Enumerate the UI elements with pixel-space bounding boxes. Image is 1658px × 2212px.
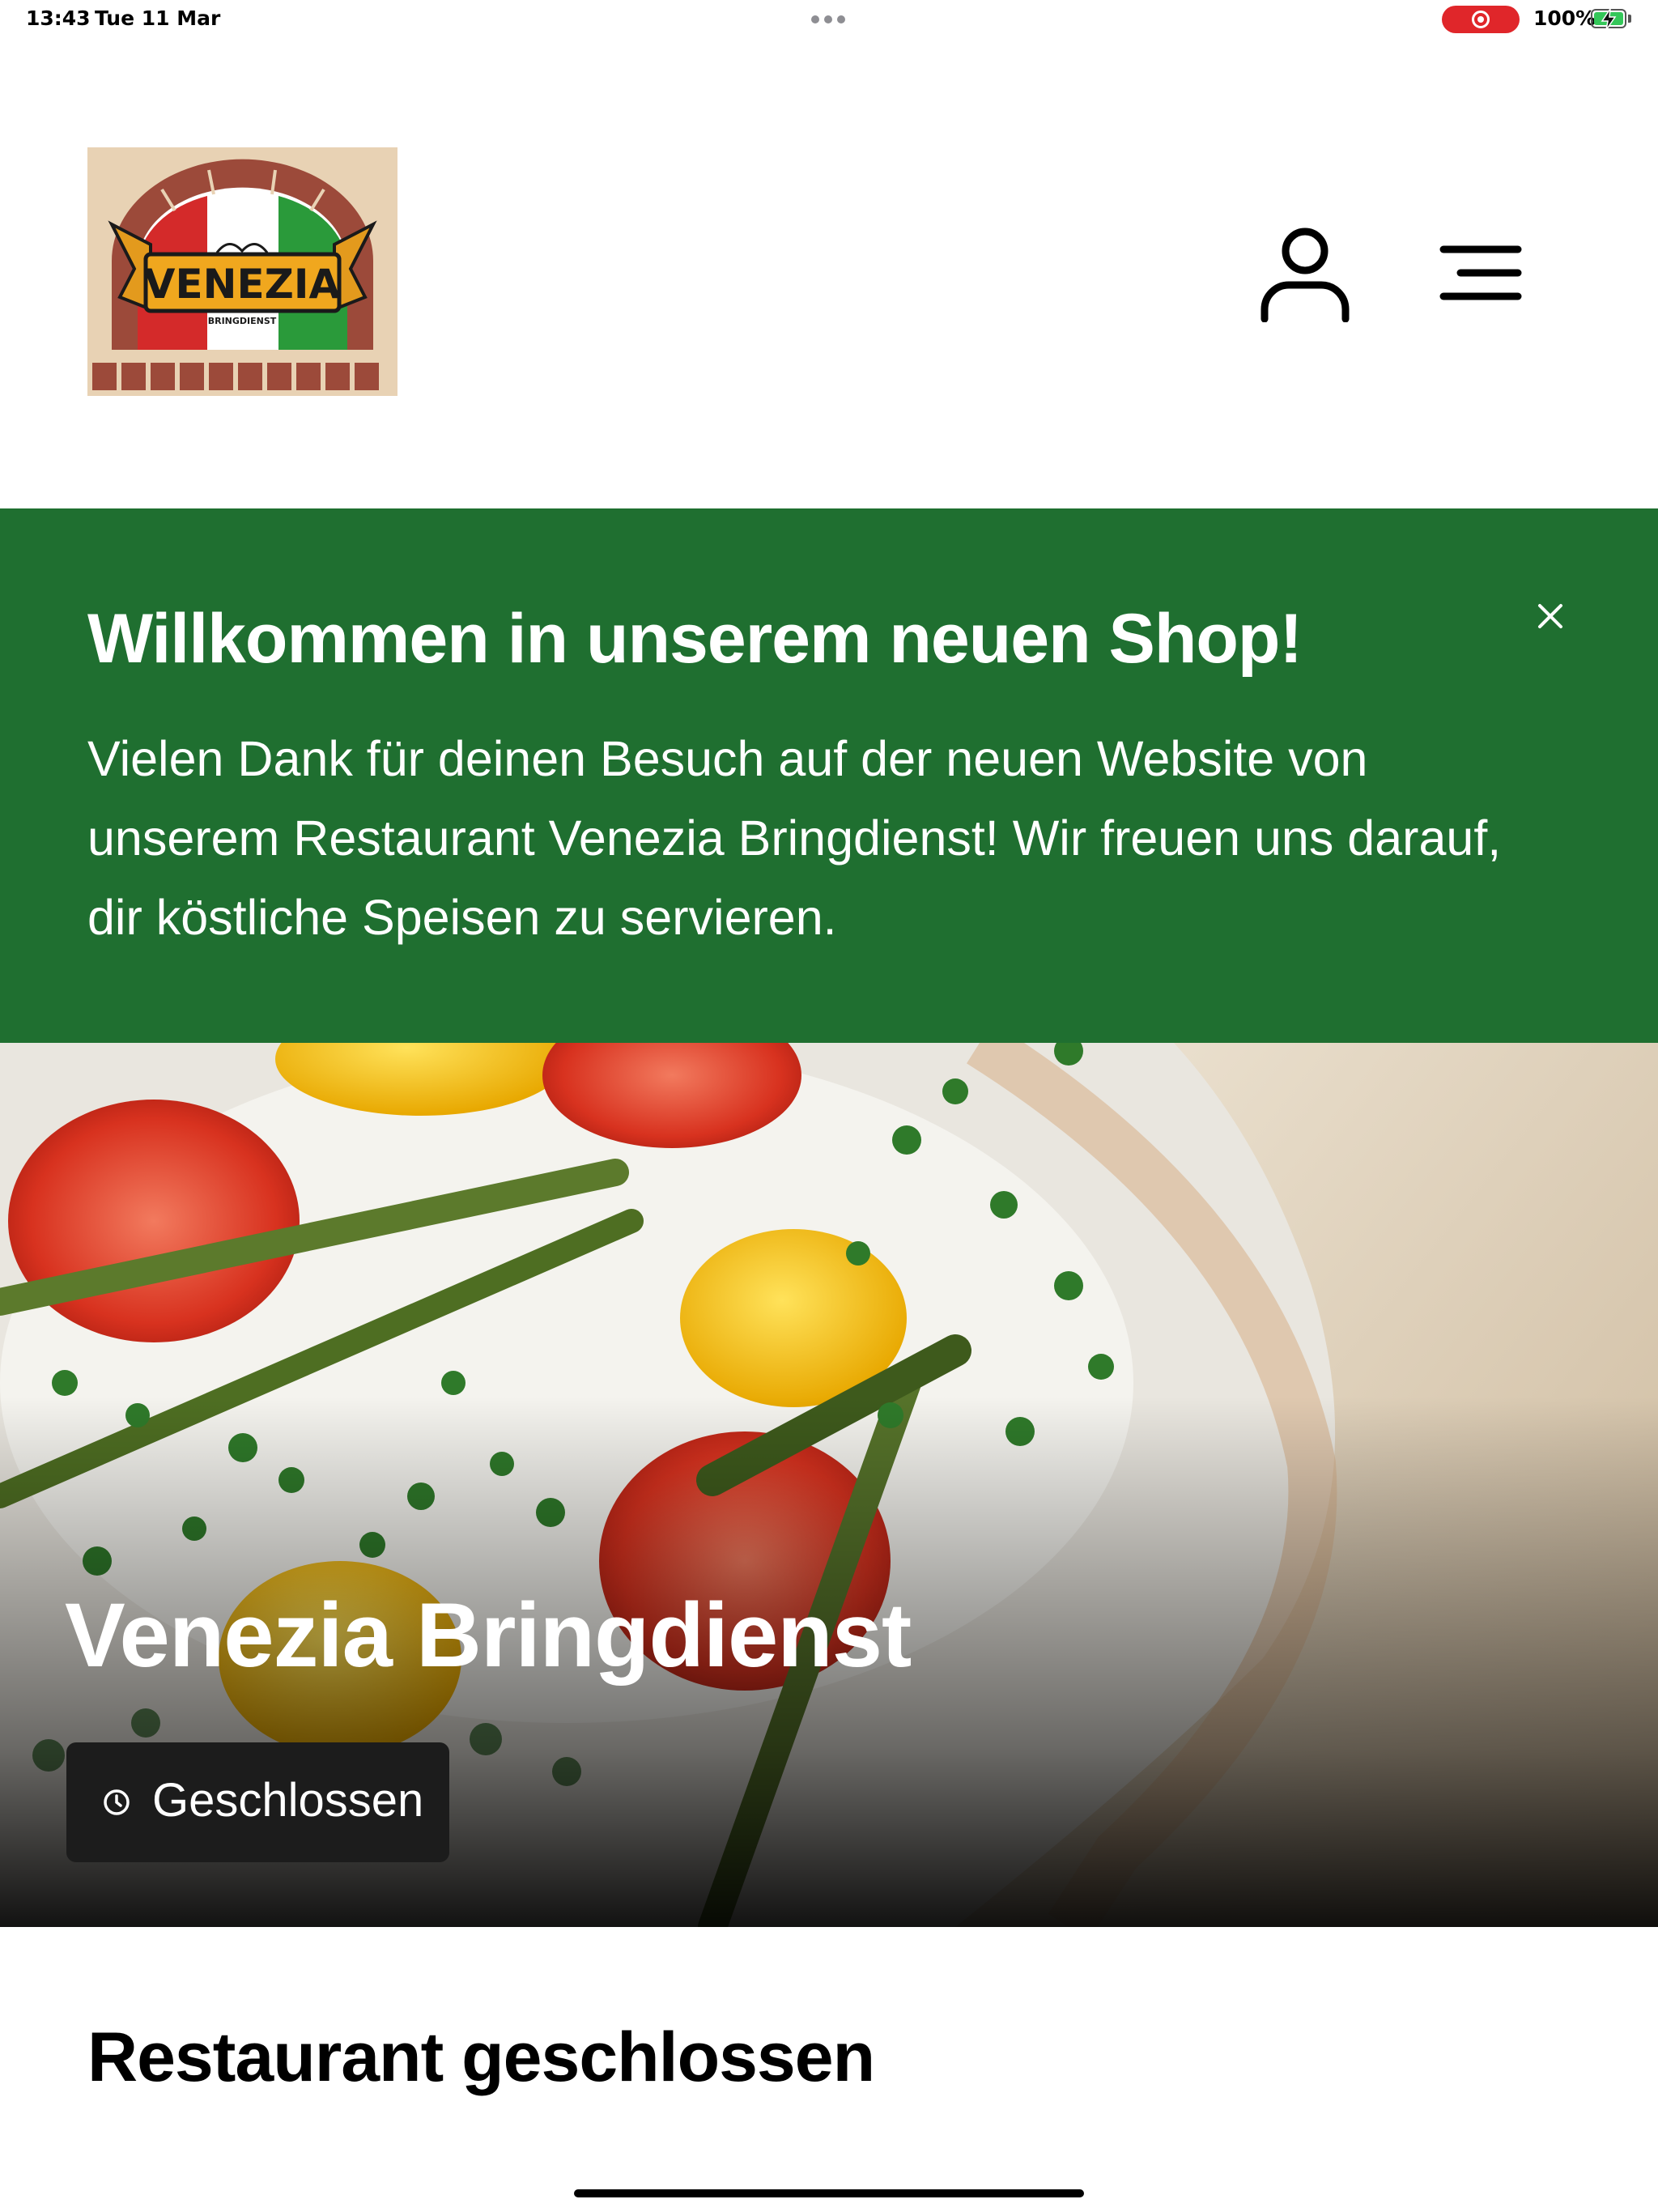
status-badge-label: Geschlossen (152, 1774, 424, 1827)
restaurant-name: Venezia Bringdienst (65, 1585, 912, 1686)
battery-tip (1628, 15, 1631, 23)
venezia-logo[interactable]: VENEZIA BRINGDIENST (87, 147, 397, 396)
logo-text: VENEZIA (144, 261, 341, 308)
logo-subtext: BRINGDIENST (208, 316, 277, 326)
status-bar: 13:43 Tue 11 Mar 100% (0, 0, 1658, 39)
user-icon[interactable] (1258, 225, 1352, 322)
multitasking-dots-icon[interactable] (811, 15, 845, 23)
battery-percentage: 100% (1533, 6, 1596, 30)
hamburger-menu-icon[interactable] (1439, 245, 1522, 301)
charging-bolt-icon (1601, 8, 1617, 31)
status-time: 13:43 (26, 6, 91, 30)
banner-title: Willkommen in unserem neuen Shop! (87, 600, 1303, 678)
clock-icon (104, 1789, 130, 1815)
banner-text: Vielen Dank für deinen Besuch auf der ne… (87, 731, 1502, 945)
home-indicator[interactable] (574, 2189, 1084, 2197)
screen-recording-icon[interactable] (1442, 6, 1520, 33)
status-date: Tue 11 Mar (95, 6, 221, 30)
section-heading: Restaurant geschlossen (87, 2018, 875, 2096)
close-icon[interactable] (1537, 602, 1564, 630)
